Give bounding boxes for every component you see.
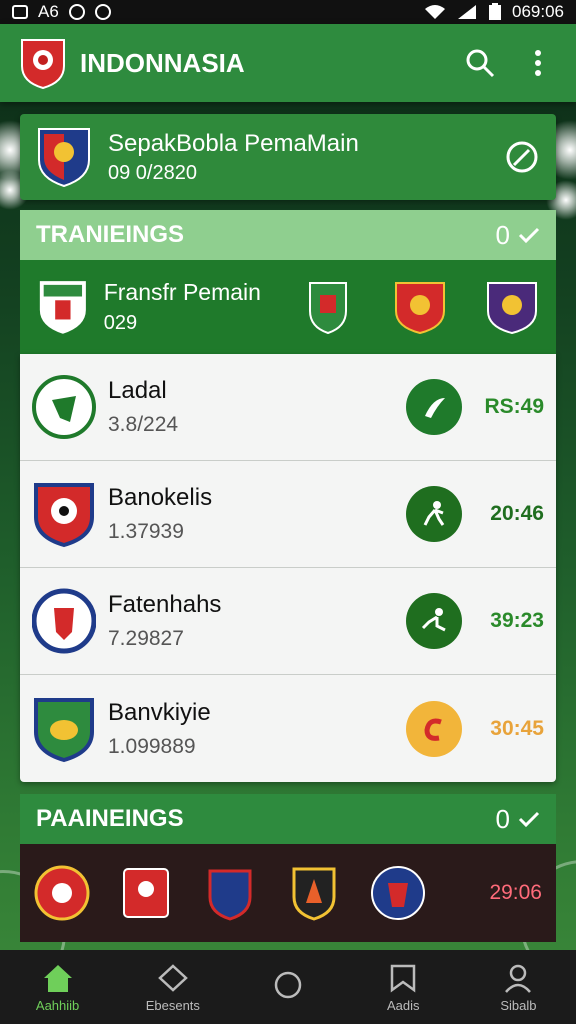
whistle-icon [424, 718, 442, 741]
diamond-icon [157, 963, 188, 992]
club-crest-icon[interactable] [392, 277, 448, 337]
club-crest-icon[interactable] [484, 277, 540, 337]
painings-section-header[interactable]: PAAINEINGS 0 [20, 794, 556, 844]
image-notification-icon [12, 5, 28, 19]
team-value: 3.8/224 [108, 413, 179, 436]
team-crest-icon [32, 588, 96, 654]
kick-icon [425, 398, 445, 418]
trainings-count: 0 [495, 219, 510, 250]
featured-card[interactable]: SepakBobla PemaMain 09 0/2820 [20, 114, 556, 200]
list-item[interactable]: Banokelis 1.37939 20:46 [20, 461, 556, 568]
player-action-button[interactable] [406, 593, 462, 649]
player-action-button[interactable] [406, 486, 462, 542]
alert-action-button[interactable] [406, 700, 462, 757]
club-crest-icon[interactable] [286, 863, 342, 923]
team-value: 1.37939 [108, 520, 184, 543]
trainings-list: Ladal 3.8/224 RS:49 Banokelis 1.37939 20… [20, 354, 556, 782]
battery-icon [489, 3, 501, 20]
nav-stats[interactable]: Ebesents [115, 950, 230, 1024]
match-time: 39:23 [490, 609, 544, 632]
nav-profile-label: Sibalb [500, 997, 537, 1013]
featured-subtitle: 09 0/2820 [108, 161, 197, 184]
team-crest-icon [32, 375, 96, 439]
club-crest-icon[interactable] [118, 863, 174, 923]
checkmark-icon [518, 811, 540, 828]
transfer-title: Fransfr Pemain [103, 279, 261, 305]
home-icon [43, 964, 72, 992]
team-name: Fatenhahs [108, 591, 222, 618]
team-crest-icon [34, 697, 94, 762]
transfer-sub: 029 [103, 312, 138, 334]
record-notification-icon [94, 4, 111, 20]
featured-crest-icon [38, 128, 90, 188]
match-time: 30:45 [490, 716, 544, 740]
status-left-text: A6 [38, 2, 59, 21]
circle-icon [274, 971, 302, 999]
team-value: 1.099889 [108, 734, 196, 758]
club-crest-icon[interactable] [370, 863, 426, 923]
team-name: Ladal [108, 377, 167, 404]
trainings-header-label: TRANIEINGS [36, 221, 185, 248]
search-button[interactable] [460, 43, 500, 83]
club-crest-icon[interactable] [34, 863, 90, 923]
transfer-crest-icon [37, 279, 88, 336]
match-time: 29:06 [489, 881, 542, 904]
nav-home-label: Aahhiib [35, 997, 80, 1013]
club-crest-icon[interactable] [202, 863, 258, 923]
nav-news[interactable]: Aadis [346, 950, 461, 1024]
club-crest-icon[interactable] [300, 277, 356, 337]
match-time: 20:46 [490, 502, 544, 525]
signal-icon [458, 5, 476, 19]
nav-stats-label: Ebesents [145, 997, 200, 1013]
nav-profile[interactable]: Sibalb [461, 950, 576, 1024]
team-crest-icon [34, 483, 94, 548]
list-item[interactable]: Ladal 3.8/224 RS:49 [20, 354, 556, 461]
nav-home[interactable]: Aahhiib [0, 950, 115, 1024]
app-title: INDONNASIA [80, 47, 245, 78]
trainings-section-header[interactable]: TRANIEINGS 0 [20, 210, 556, 260]
match-time: RS:49 [484, 395, 544, 418]
painings-header-label: PAAINEINGS [36, 805, 184, 832]
transfer-row[interactable]: Fransfr Pemain 029 [20, 260, 556, 354]
more-vert-icon [535, 50, 541, 76]
painings-row[interactable]: 29:06 [20, 844, 556, 942]
team-name: Banvkiyie [108, 698, 211, 726]
nav-news-label: Aadis [386, 997, 420, 1013]
list-item[interactable]: Banvkiyie 1.099889 30:45 [20, 675, 556, 782]
checkmark-icon [518, 227, 540, 244]
featured-title: SepakBobla PemaMain [108, 129, 359, 157]
team-name: Banokelis [108, 484, 213, 511]
team-value: 7.29827 [108, 627, 184, 650]
status-time: 069:06 [512, 2, 564, 21]
search-icon [466, 49, 495, 78]
nav-center[interactable] [230, 950, 345, 1024]
circle-notification-icon [68, 4, 85, 20]
club-logo-icon[interactable] [18, 36, 68, 90]
app-bar: INDONNASIA [0, 24, 576, 102]
profile-icon [505, 964, 532, 993]
compass-icon[interactable] [504, 139, 540, 175]
player-kick-icon [421, 608, 446, 632]
more-options-button[interactable] [518, 43, 558, 83]
player-run-icon [423, 501, 445, 526]
list-item[interactable]: Fatenhahs 7.29827 39:23 [20, 568, 556, 675]
painings-count: 0 [495, 803, 510, 834]
wifi-icon [425, 5, 445, 19]
status-bar: A6 069:06 [0, 0, 576, 24]
kick-action-button[interactable] [406, 379, 462, 435]
bookmark-icon [390, 964, 416, 992]
bottom-navigation: Aahhiib Ebesents Aadis Sibalb [0, 950, 576, 1024]
